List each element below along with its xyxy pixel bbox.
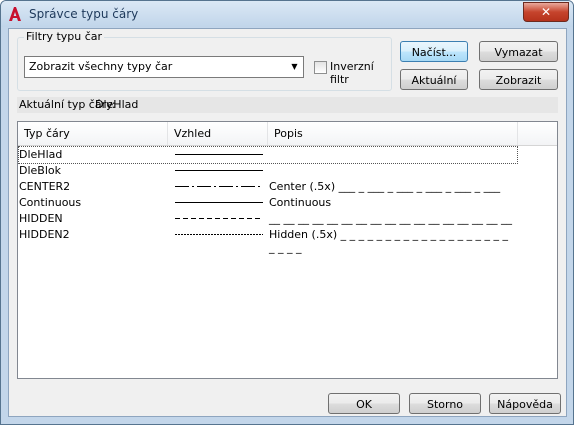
linetype-description: Hidden (.5x) _ _ _ _ _ _ _ _ _ _ _ _ _ _…: [269, 228, 509, 254]
linetype-preview: [175, 186, 263, 187]
current-linetype-bar: Aktuální typ čáry: DleHlad: [17, 97, 558, 113]
delete-button[interactable]: Vymazat: [479, 41, 558, 62]
linetype-filter-value: Zobrazit všechny typy čar: [29, 60, 173, 73]
linetype-preview: [175, 202, 263, 205]
column-header-linetype[interactable]: Typ čáry: [18, 122, 168, 145]
filter-group-label: Filtry typu čar: [24, 30, 105, 43]
filter-group: Filtry typu čar Zobrazit všechny typy ča…: [17, 30, 392, 91]
window-title: Správce typu čáry: [29, 7, 139, 21]
linetype-name: Continuous: [19, 196, 82, 209]
linetype-name: DleHlad: [19, 148, 63, 161]
autocad-logo-icon: [9, 7, 21, 21]
invert-filter-label[interactable]: Inverzní filtr: [330, 60, 391, 86]
close-button[interactable]: ✕: [523, 2, 569, 22]
list-header: Typ čáry Vzhled Popis: [18, 122, 557, 146]
linetype-description: __ __ __ __ __ __ __ __ __ __ __ __ __ _…: [269, 212, 512, 225]
linetype-preview: [175, 154, 263, 157]
cancel-button[interactable]: Storno: [409, 393, 481, 414]
chevron-down-icon: ▼: [291, 62, 298, 71]
show-details-button[interactable]: Zobrazit detaily: [479, 69, 558, 108]
linetype-description: Center (.5x) ___ _ ___ _ ___ _ ___ _ ___…: [269, 180, 501, 193]
linetype-preview: [175, 218, 263, 219]
linetype-name: HIDDEN: [19, 212, 63, 225]
linetype-preview: [175, 234, 263, 235]
ok-button[interactable]: OK: [328, 393, 400, 414]
table-row[interactable]: DleHlad: [18, 146, 518, 164]
column-header-appearance[interactable]: Vzhled: [168, 122, 268, 145]
set-current-button[interactable]: Aktuální: [400, 69, 468, 90]
invert-filter-checkbox[interactable]: [314, 61, 327, 74]
table-row[interactable]: HIDDEN2 Hidden (.5x) _ _ _ _ _ _ _ _ _ _…: [19, 227, 517, 254]
linetype-filter-select[interactable]: Zobrazit všechny typy čar ▼: [24, 56, 304, 78]
linetype-name: HIDDEN2: [19, 228, 70, 241]
table-row[interactable]: CENTER2 Center (.5x) ___ _ ___ _ ___ _ _…: [19, 179, 517, 195]
linetype-description: Continuous: [269, 196, 332, 209]
table-row[interactable]: Continuous Continuous: [19, 195, 517, 211]
title-bar[interactable]: Správce typu čáry ✕: [1, 1, 573, 27]
linetype-name: CENTER2: [19, 180, 71, 193]
help-button[interactable]: Nápověda: [489, 393, 561, 414]
column-header-description[interactable]: Popis: [268, 122, 518, 145]
table-row[interactable]: DleBlok: [19, 163, 517, 179]
linetype-list[interactable]: Typ čáry Vzhled Popis DleHlad DleBlok CE…: [17, 121, 558, 379]
dialog-body: Filtry typu čar Zobrazit všechny typy ča…: [8, 28, 567, 417]
table-row[interactable]: HIDDEN __ __ __ __ __ __ __ __ __ __ __ …: [19, 211, 517, 227]
linetype-name: DleBlok: [19, 164, 61, 177]
linetype-manager-dialog: Správce typu čáry ✕ Filtry typu čar Zobr…: [0, 0, 574, 425]
load-button[interactable]: Načíst...: [400, 41, 468, 62]
linetype-preview: [175, 170, 263, 173]
current-linetype-value: DleHlad: [95, 98, 139, 111]
close-icon: ✕: [540, 5, 552, 19]
